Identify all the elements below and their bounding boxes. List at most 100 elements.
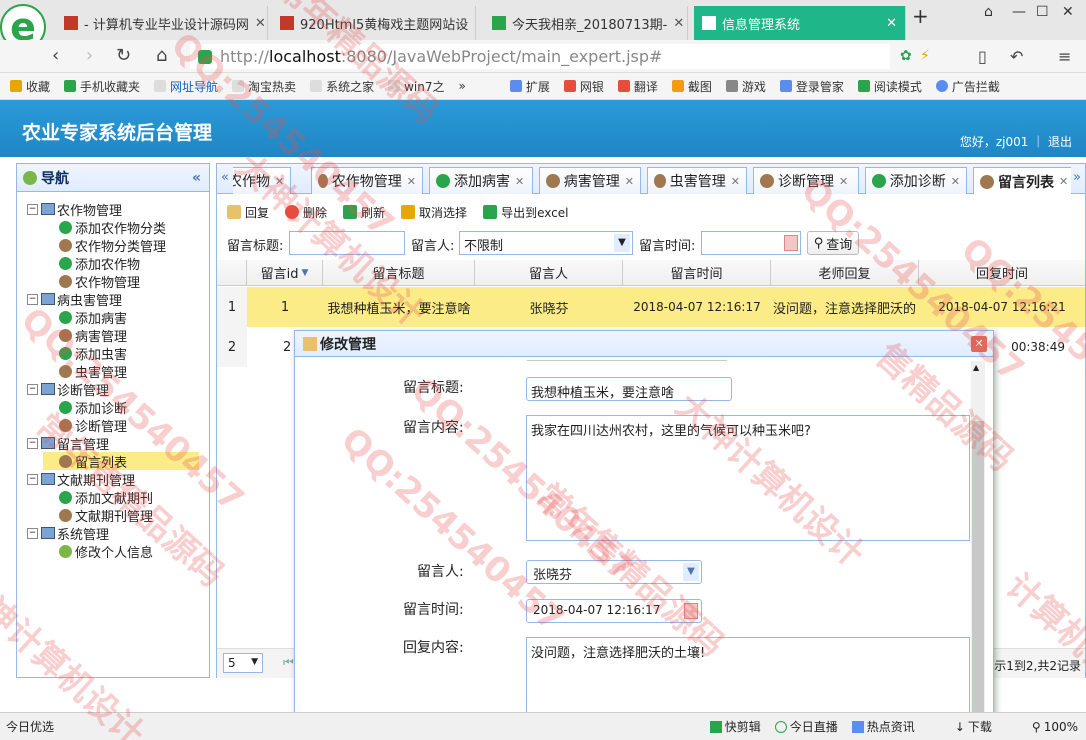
nav-item[interactable]: − 系统管理 xyxy=(27,524,199,543)
browser-tab-3[interactable]: 今天我相亲_20180713期- ✕ xyxy=(484,6,688,40)
panel-tab[interactable]: 虫害管理 ✕ xyxy=(647,167,747,194)
export-excel-button[interactable]: 导出到excel xyxy=(483,204,568,221)
maximize-icon[interactable]: ☐ xyxy=(1036,4,1049,20)
time-input[interactable]: 2018-04-07 12:16:17 xyxy=(526,599,702,623)
tab-scroll-right-icon[interactable]: » xyxy=(1073,170,1081,185)
close-icon[interactable]: ✕ xyxy=(1059,175,1068,188)
calendar-icon[interactable] xyxy=(784,235,798,251)
status-item[interactable]: 热点资讯 xyxy=(851,718,915,735)
minimize-icon[interactable]: — xyxy=(1012,4,1026,20)
nav-item[interactable]: 病害管理 xyxy=(43,326,199,345)
collapse-toggle-icon[interactable]: − xyxy=(27,203,38,215)
calendar-icon[interactable] xyxy=(684,603,698,619)
close-icon[interactable]: ✕ xyxy=(275,175,284,188)
bookmark-item[interactable]: 淘宝热卖 xyxy=(232,78,296,95)
grid-header-id[interactable]: 留言id ▼ xyxy=(247,260,323,286)
skin-icon[interactable]: ⌂ xyxy=(984,4,993,20)
new-tab-icon[interactable]: + xyxy=(912,4,929,28)
nav-item[interactable]: 添加虫害 xyxy=(43,344,199,363)
nav-item[interactable]: 虫害管理 xyxy=(43,362,199,381)
close-icon[interactable]: ✕ xyxy=(951,175,960,188)
collapse-toggle-icon[interactable]: − xyxy=(27,383,38,395)
close-icon[interactable]: ✕ xyxy=(880,16,897,31)
grid-header-user[interactable]: 留言人 xyxy=(475,260,623,286)
nav-item[interactable]: 修改个人信息 xyxy=(43,542,199,561)
close-icon[interactable]: ✕ xyxy=(625,175,634,188)
url-field[interactable]: http://localhost:8080/JavaWebProject/mai… xyxy=(190,44,890,69)
browser-tab-2[interactable]: 920Html5黄梅戏主题网站设 ✕ xyxy=(272,6,476,40)
dialog-scrollbar[interactable]: ▲ xyxy=(971,361,985,740)
tab-scroll-left-icon[interactable]: « xyxy=(221,170,229,185)
bookmark-item[interactable]: 手机收藏夹 xyxy=(64,78,140,95)
menu-icon[interactable]: ≡ xyxy=(1058,47,1071,66)
filter-user-select[interactable]: 不限制 ▼ xyxy=(459,231,633,255)
bookmark-item[interactable]: 收藏 xyxy=(10,78,50,95)
nav-item[interactable]: 留言列表 xyxy=(43,452,199,471)
extension-item[interactable]: 广告拦截 xyxy=(935,78,1000,95)
collapse-icon[interactable]: « xyxy=(192,170,201,186)
nav-item[interactable]: 农作物管理 xyxy=(43,272,199,291)
phone-icon[interactable]: ▯ xyxy=(978,47,987,66)
collapse-toggle-icon[interactable]: − xyxy=(27,473,38,485)
bookmark-item[interactable]: 网址导航 xyxy=(154,78,218,95)
panel-tab[interactable]: 添加病害 ✕ xyxy=(429,167,533,194)
collapse-toggle-icon[interactable]: − xyxy=(27,437,38,449)
bookmark-item[interactable]: win7之 xyxy=(388,78,444,95)
nav-item[interactable]: 诊断管理 xyxy=(43,416,199,435)
delete-button[interactable]: 删除 xyxy=(285,204,327,221)
close-icon[interactable]: ✕ xyxy=(468,16,475,31)
speed-icon[interactable]: ✿ xyxy=(900,48,912,64)
page-size-select[interactable]: 5 ▼ xyxy=(223,653,263,673)
scroll-up-icon[interactable]: ▲ xyxy=(973,363,979,372)
close-icon[interactable]: ✕ xyxy=(667,16,684,31)
nav-item[interactable]: 添加诊断 xyxy=(43,398,199,417)
nav-item[interactable]: 农作物分类管理 xyxy=(43,236,199,255)
chevron-down-icon[interactable]: ▼ xyxy=(614,234,630,252)
content-textarea[interactable]: 我家在四川达州农村，这里的气候可以种玉米吧? xyxy=(526,415,970,541)
collapse-toggle-icon[interactable]: − xyxy=(27,527,38,539)
close-window-icon[interactable]: ✕ xyxy=(1062,4,1074,20)
first-page-icon[interactable]: ⏮ xyxy=(283,655,294,670)
close-icon[interactable]: ✕ xyxy=(839,175,848,188)
close-icon[interactable]: ✕ xyxy=(407,175,416,188)
close-icon[interactable]: ✕ xyxy=(515,175,524,188)
close-icon[interactable]: ✕ xyxy=(731,175,740,188)
bookmark-more[interactable]: » xyxy=(458,79,465,93)
nav-item[interactable]: − 诊断管理 xyxy=(27,380,199,399)
reply-button[interactable]: 回复 xyxy=(227,204,269,221)
extension-item[interactable]: 扩展 xyxy=(509,78,550,95)
panel-tab[interactable]: 添加诊断 ✕ xyxy=(865,167,967,194)
bookmark-item[interactable]: 系统之家 xyxy=(310,78,374,95)
nav-item[interactable]: 文献期刊管理 xyxy=(43,506,199,525)
close-icon[interactable]: ✕ xyxy=(249,16,266,31)
nav-item[interactable]: 添加农作物 xyxy=(43,254,199,273)
unselect-button[interactable]: 取消选择 xyxy=(401,204,467,221)
extension-item[interactable]: 截图 xyxy=(671,78,712,95)
user-greeting[interactable]: 您好，zj001 ｜ 退出 xyxy=(960,133,1072,150)
browser-tab-active[interactable]: 信息管理系统 ✕ xyxy=(694,6,906,40)
undo-icon[interactable]: ↶ xyxy=(1010,47,1023,66)
refresh-button[interactable]: 刷新 xyxy=(343,204,385,221)
panel-tab[interactable]: 病害管理 ✕ xyxy=(539,167,641,194)
grid-header-time[interactable]: 留言时间 xyxy=(623,260,771,286)
panel-tab[interactable]: 农作物管理 ✕ xyxy=(311,167,423,194)
nav-item[interactable]: 添加文献期刊 xyxy=(43,488,199,507)
nav-item[interactable]: − 病虫害管理 xyxy=(27,290,199,309)
back-icon[interactable]: ‹ xyxy=(52,45,59,66)
collapse-toggle-icon[interactable]: − xyxy=(27,293,38,305)
grid-header-title[interactable]: 留言标题 xyxy=(323,260,475,286)
query-button[interactable]: ⚲ 查询 xyxy=(807,231,859,255)
refresh-icon[interactable]: ↻ xyxy=(116,45,131,66)
nav-item[interactable]: 添加病害 xyxy=(43,308,199,327)
nav-item[interactable]: − 文献期刊管理 xyxy=(27,470,199,489)
lightning-icon[interactable]: ⚡ xyxy=(920,48,930,64)
extension-item[interactable]: 登录管家 xyxy=(779,78,844,95)
close-icon[interactable]: ✕ xyxy=(971,335,987,352)
status-item[interactable]: 今日直播 xyxy=(774,718,838,735)
filter-title-input[interactable] xyxy=(289,231,405,255)
zoom-level[interactable]: ⚲ 100% xyxy=(1032,720,1078,734)
grid-header-reply-time[interactable]: 回复时间 xyxy=(919,260,1085,286)
user-select[interactable]: 张晓芬 ▼ xyxy=(526,560,702,584)
nav-item[interactable]: − 留言管理 xyxy=(27,434,199,453)
panel-tab[interactable]: 留言列表 ✕ xyxy=(973,167,1071,194)
